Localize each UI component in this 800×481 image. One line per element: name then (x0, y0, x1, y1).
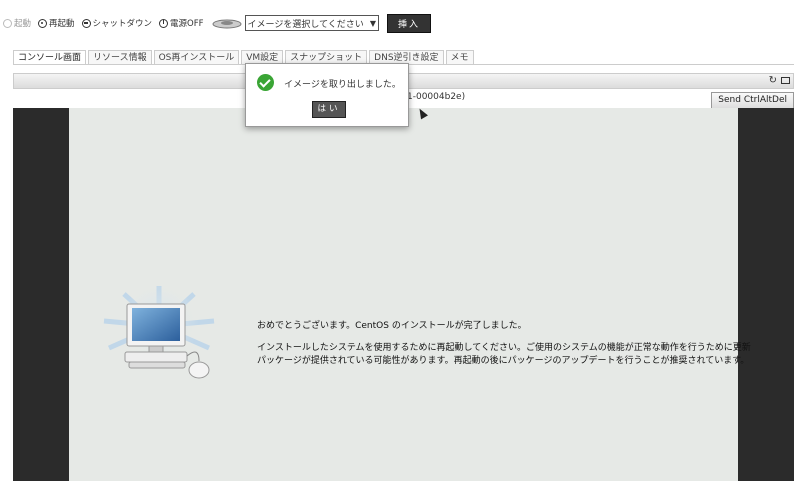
power-off-button[interactable]: 電源OFF (159, 17, 204, 29)
restart-label: 再起動 (49, 19, 75, 29)
start-icon (3, 18, 12, 28)
image-select[interactable]: イメージを選択してください ▼ (244, 15, 379, 31)
power-off-label: 電源OFF (170, 19, 204, 29)
shutdown-button[interactable]: シャットダウン (81, 17, 153, 29)
eject-dialog: イメージを取り出しました。 はい (245, 63, 409, 127)
power-toolbar: 起動 再起動 シャットダウン 電源OFF イメージを選択してください ▼ 挿入 (0, 13, 800, 33)
reboot-message-line1: インストールしたシステムを使用するために再起動してください。ご使用のシステムの機… (257, 343, 751, 353)
insert-button[interactable]: 挿入 (386, 13, 431, 33)
tab-resource[interactable]: リソース情報 (88, 50, 152, 65)
shutdown-icon (81, 18, 91, 28)
dialog-message: イメージを取り出しました。 (284, 80, 401, 90)
send-ctrl-alt-del-button[interactable]: Send CtrlAltDel (711, 92, 794, 109)
tab-console[interactable]: コンソール画面 (13, 50, 87, 65)
refresh-icon[interactable]: ↻ (769, 75, 777, 86)
chevron-down-icon: ▼ (369, 18, 376, 28)
start-button[interactable]: 起動 (3, 17, 31, 29)
install-complete-message: おめでとうございます。CentOS のインストールが完了しました。 (257, 321, 527, 331)
console-subtitle: 1-00004b2e) (407, 92, 466, 102)
reboot-message-line2: パッケージが提供されている可能性があります。再起動の後にパッケージのアップデート… (257, 356, 750, 366)
tab-memo[interactable]: メモ (445, 50, 474, 65)
start-label: 起動 (14, 19, 32, 29)
tab-os-reinstall[interactable]: OS再インストール (153, 50, 240, 65)
computer-icon (103, 286, 215, 379)
tab-bar: コンソール画面 リソース情報 OS再インストール VM設定 スナップショット D… (13, 50, 476, 65)
image-select-value: イメージを選択してください (247, 19, 364, 30)
window-icon[interactable] (781, 77, 790, 84)
shutdown-label: シャットダウン (92, 19, 153, 29)
console-display: おめでとうございます。CentOS のインストールが完了しました。 インストール… (69, 108, 751, 481)
restart-button[interactable]: 再起動 (38, 17, 75, 29)
check-icon (257, 74, 274, 91)
disc-icon (212, 19, 242, 29)
ok-button[interactable]: はい (312, 101, 346, 118)
power-off-icon (159, 18, 169, 28)
console-screen[interactable]: おめでとうございます。CentOS のインストールが完了しました。 インストール… (13, 108, 794, 481)
restart-icon (38, 18, 48, 28)
